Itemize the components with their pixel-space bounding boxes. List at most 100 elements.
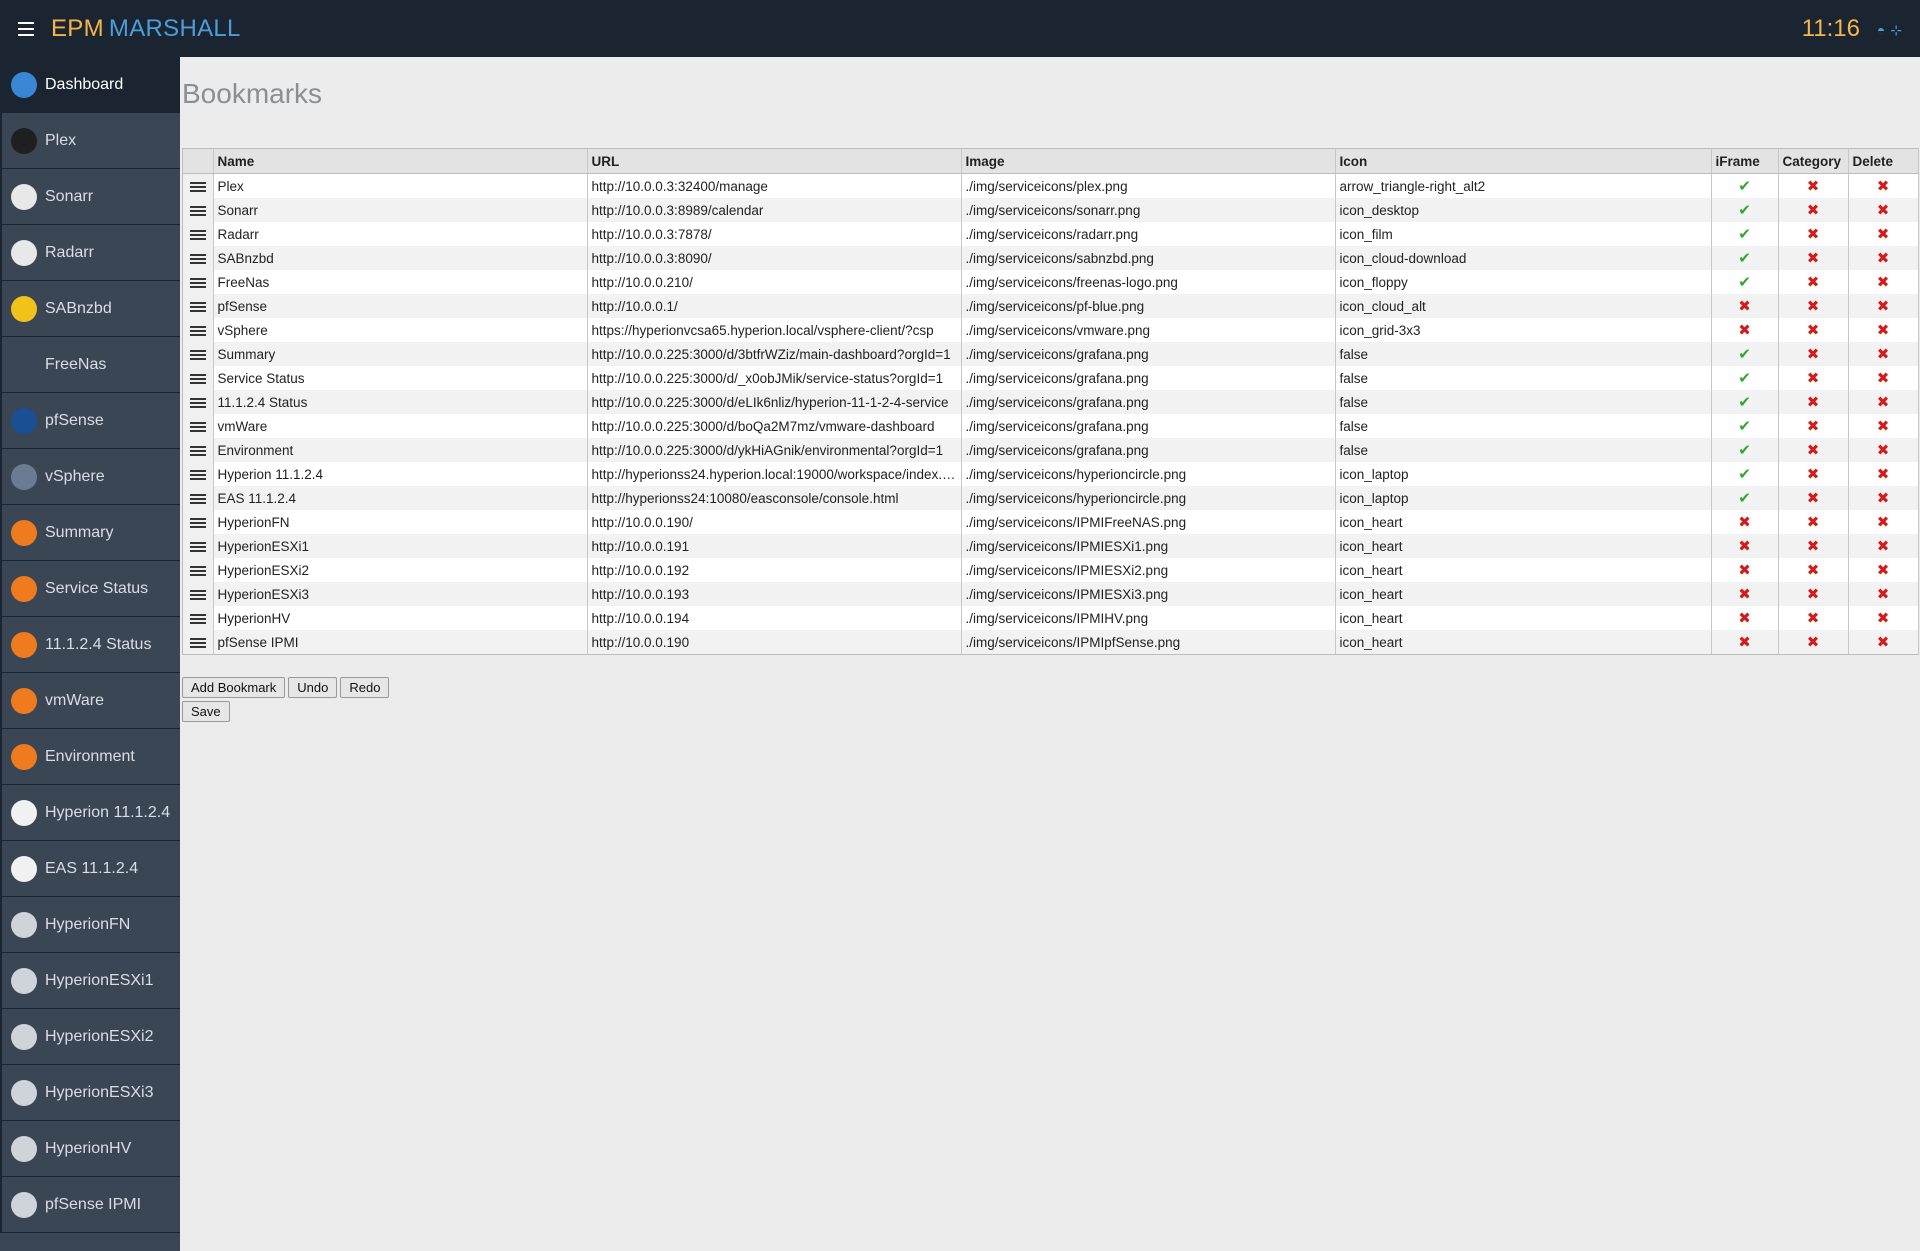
cell-image[interactable]: ./img/serviceicons/hyperioncircle.png xyxy=(961,462,1336,486)
cell-name[interactable]: vmWare xyxy=(213,414,588,438)
save-button[interactable]: Save xyxy=(182,701,230,722)
table-row[interactable]: Sonarr http://10.0.0.3:8989/calendar ./img… xyxy=(183,198,1919,222)
drag-handle-icon[interactable] xyxy=(189,420,206,434)
cell-delete[interactable]: ✖ xyxy=(1848,606,1919,630)
cell-name[interactable]: Radarr xyxy=(213,222,588,246)
sidebar-item-hyperionesxi1[interactable]: HyperionESXi1 xyxy=(0,953,180,1009)
cell-delete[interactable]: ✖ xyxy=(1848,246,1919,270)
cell-name[interactable]: pfSense xyxy=(213,294,588,318)
drag-handle-icon[interactable] xyxy=(189,180,206,194)
table-row[interactable]: Radarr http://10.0.0.3:7878/./img/service… xyxy=(183,222,1919,246)
table-row[interactable]: HyperionFN http://10.0.0.190/./img/servic… xyxy=(183,510,1919,534)
cell-delete[interactable]: ✖ xyxy=(1848,318,1919,342)
column-header-name[interactable]: Name xyxy=(213,149,588,174)
cell-icon[interactable]: icon_heart xyxy=(1335,582,1712,606)
cell-url[interactable]: http://10.0.0.3:32400/manage xyxy=(587,173,962,198)
cell-category[interactable]: ✖ xyxy=(1778,462,1849,486)
cell-category[interactable]: ✖ xyxy=(1778,222,1849,246)
sidebar-item-freenas[interactable]: FreeNas xyxy=(0,337,180,393)
drag-handle-icon[interactable] xyxy=(189,300,206,314)
cell-image[interactable]: ./img/serviceicons/grafana.png xyxy=(961,366,1336,390)
cell-delete[interactable]: ✖ xyxy=(1848,342,1919,366)
add-bookmark-button[interactable]: Add Bookmark xyxy=(182,677,286,698)
cell-name[interactable]: HyperionESXi1 xyxy=(213,534,588,558)
table-row[interactable]: Plex http://10.0.0.3:32400/manage ./img/se… xyxy=(183,173,1919,198)
cell-name[interactable]: Summary xyxy=(213,342,588,366)
cell-iframe[interactable]: ✖ xyxy=(1711,630,1779,654)
cell-iframe[interactable]: ✔ xyxy=(1711,198,1779,222)
cell-iframe[interactable]: ✔ xyxy=(1711,342,1779,366)
cell-delete[interactable]: ✖ xyxy=(1848,390,1919,414)
table-row[interactable]: HyperionHV http://10.0.0.194 ./img/service… xyxy=(183,606,1919,630)
sidebar-item-eas-11-1-2-4[interactable]: EAS 11.1.2.4 xyxy=(0,841,180,897)
drag-handle-icon[interactable] xyxy=(189,588,206,602)
table-row[interactable]: HyperionESXi2 http://10.0.0.192 ./img/serv… xyxy=(183,558,1919,582)
cell-category[interactable]: ✖ xyxy=(1778,342,1849,366)
drag-handle-icon[interactable] xyxy=(189,444,206,458)
cell-iframe[interactable]: ✔ xyxy=(1711,390,1779,414)
cell-url[interactable]: http://10.0.0.194 xyxy=(587,606,962,630)
cell-category[interactable]: ✖ xyxy=(1778,294,1849,318)
cell-icon[interactable]: false xyxy=(1335,366,1712,390)
cell-category[interactable]: ✖ xyxy=(1778,558,1849,582)
cell-icon[interactable]: arrow_triangle-right_alt2 xyxy=(1335,173,1712,198)
cell-icon[interactable]: false xyxy=(1335,342,1712,366)
column-header-url[interactable]: URL xyxy=(587,149,962,174)
cell-url[interactable]: http://10.0.0.225:3000/d/_x0obJMik/servi… xyxy=(587,366,962,390)
table-row[interactable]: vSphere https://hyperionvcsa65.hyperion.l… xyxy=(183,318,1919,342)
cell-delete[interactable]: ✖ xyxy=(1848,366,1919,390)
cell-url[interactable]: http://10.0.0.225:3000/d/ykHiAGnik/envir… xyxy=(587,438,962,462)
cell-name[interactable]: SABnzbd xyxy=(213,246,588,270)
cell-category[interactable]: ✖ xyxy=(1778,606,1849,630)
cell-name[interactable]: vSphere xyxy=(213,318,588,342)
cell-iframe[interactable]: ✖ xyxy=(1711,294,1779,318)
cell-iframe[interactable]: ✔ xyxy=(1711,462,1779,486)
cell-image[interactable]: ./img/serviceicons/hyperioncircle.png xyxy=(961,486,1336,510)
drag-handle-icon[interactable] xyxy=(189,468,206,482)
table-row[interactable]: pfSense IPMI http://10.0.0.190 ./img/servi… xyxy=(183,630,1919,654)
cell-delete[interactable]: ✖ xyxy=(1848,294,1919,318)
cell-image[interactable]: ./img/serviceicons/plex.png xyxy=(961,173,1336,198)
cell-url[interactable]: http://hyperionss24.hyperion.local:19000… xyxy=(587,462,962,486)
cell-category[interactable]: ✖ xyxy=(1778,510,1849,534)
cell-icon[interactable]: false xyxy=(1335,438,1712,462)
cell-image[interactable]: ./img/serviceicons/grafana.png xyxy=(961,342,1336,366)
cell-image[interactable]: ./img/serviceicons/grafana.png xyxy=(961,438,1336,462)
table-row[interactable]: pfSense http://10.0.0.1/./img/serviceicon… xyxy=(183,294,1919,318)
cell-url[interactable]: http://10.0.0.3:8989/calendar xyxy=(587,198,962,222)
table-row[interactable]: vmWare http://10.0.0.225:3000/d/boQa2M7mz… xyxy=(183,414,1919,438)
cell-iframe[interactable]: ✖ xyxy=(1711,558,1779,582)
cell-name[interactable]: HyperionESXi2 xyxy=(213,558,588,582)
cell-icon[interactable]: icon_heart xyxy=(1335,606,1712,630)
cell-name[interactable]: HyperionFN xyxy=(213,510,588,534)
cell-icon[interactable]: icon_laptop xyxy=(1335,462,1712,486)
drag-handle-icon[interactable] xyxy=(189,372,206,386)
sidebar-item-plex[interactable]: Plex xyxy=(0,113,180,169)
cell-iframe[interactable]: ✔ xyxy=(1711,246,1779,270)
cell-url[interactable]: http://10.0.0.3:7878/ xyxy=(587,222,962,246)
cell-url[interactable]: http://10.0.0.190/ xyxy=(587,510,962,534)
drag-handle-icon[interactable] xyxy=(189,540,206,554)
cell-iframe[interactable]: ✔ xyxy=(1711,173,1779,198)
drag-handle-icon[interactable] xyxy=(189,396,206,410)
sidebar-item-dashboard[interactable]: Dashboard xyxy=(0,57,180,113)
cell-image[interactable]: ./img/serviceicons/IPMIHV.png xyxy=(961,606,1336,630)
cell-delete[interactable]: ✖ xyxy=(1848,630,1919,654)
cell-image[interactable]: ./img/serviceicons/IPMIFreeNAS.png xyxy=(961,510,1336,534)
cell-url[interactable]: http://10.0.0.225:3000/d/boQa2M7mz/vmwar… xyxy=(587,414,962,438)
cell-name[interactable]: Hyperion 11.1.2.4 xyxy=(213,462,588,486)
cell-url[interactable]: http://10.0.0.191 xyxy=(587,534,962,558)
cell-name[interactable]: Service Status xyxy=(213,366,588,390)
drag-handle-icon[interactable] xyxy=(189,612,206,626)
cell-icon[interactable]: icon_film xyxy=(1335,222,1712,246)
cell-image[interactable]: ./img/serviceicons/vmware.png xyxy=(961,318,1336,342)
cell-name[interactable]: Environment xyxy=(213,438,588,462)
sidebar-item-sabnzbd[interactable]: SABnzbd xyxy=(0,281,180,337)
sidebar-item-pfsense[interactable]: pfSense xyxy=(0,393,180,449)
cell-icon[interactable]: icon_floppy xyxy=(1335,270,1712,294)
column-header-category[interactable]: Category xyxy=(1778,149,1849,174)
cell-icon[interactable]: icon_cloud_alt xyxy=(1335,294,1712,318)
drag-handle-icon[interactable] xyxy=(189,276,206,290)
cell-image[interactable]: ./img/serviceicons/IPMIESXi1.png xyxy=(961,534,1336,558)
cell-delete[interactable]: ✖ xyxy=(1848,582,1919,606)
